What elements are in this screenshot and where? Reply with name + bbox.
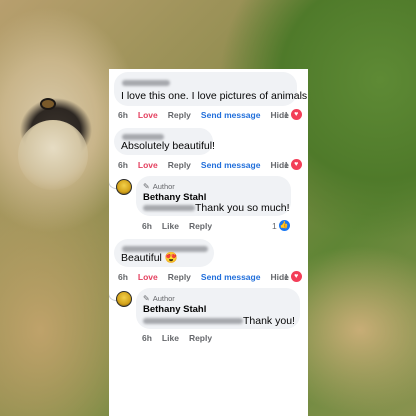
like-button[interactable]: Like <box>162 221 179 231</box>
comment-actions: 6h Love Reply Send message Hide <box>118 272 299 282</box>
reaction-count[interactable]: 1 ♥ <box>284 109 302 120</box>
reaction-count[interactable]: 1 ♥ <box>284 271 302 282</box>
comment-text: I love this one. I love pictures of anim… <box>121 90 308 102</box>
gibbon-eye <box>40 98 56 110</box>
send-message-button[interactable]: Send message <box>201 272 261 282</box>
comment-text: Absolutely beautiful! <box>121 140 215 152</box>
redacted-text <box>143 205 195 212</box>
reply-bubble: ✎ Author Bethany Stahl Thank you! <box>136 288 300 329</box>
reply-button[interactable]: Reply <box>189 333 212 343</box>
comment-actions: 6h Love Reply Send message Hide <box>118 110 299 120</box>
love-button[interactable]: Love <box>138 160 158 170</box>
reaction-count-value: 1 <box>284 271 289 282</box>
reply-text-row: Thank you so much! <box>143 202 290 215</box>
comments-panel: I love this one. I love pictures of anim… <box>109 69 308 416</box>
heart-icon: ♥ <box>290 271 302 282</box>
reaction-count-value: 1 <box>272 220 277 231</box>
love-button[interactable]: Love <box>138 272 158 282</box>
comment-time: 6h <box>118 160 128 170</box>
reaction-count-value: 1 <box>284 109 289 120</box>
reply-text: Thank you! <box>243 315 295 327</box>
comment-time: 6h <box>118 110 128 120</box>
reaction-count[interactable]: 1 ♥ <box>284 159 302 170</box>
reply-text: Thank you so much! <box>195 202 290 214</box>
heart-icon: ♥ <box>290 159 302 170</box>
reply-actions: 6h Like Reply <box>142 221 222 231</box>
redacted-text <box>143 318 243 325</box>
send-message-button[interactable]: Send message <box>201 110 261 120</box>
commenter-name-redacted <box>122 77 170 90</box>
comment-time: 6h <box>118 272 128 282</box>
reply-text-row: Thank you! <box>143 315 295 328</box>
comment-bubble: Beautiful 😍 <box>114 239 214 267</box>
reply-button[interactable]: Reply <box>168 272 191 282</box>
reply-button[interactable]: Reply <box>168 110 191 120</box>
gibbon-muzzle <box>18 120 88 190</box>
send-message-button[interactable]: Send message <box>201 160 261 170</box>
reply-time: 6h <box>142 333 152 343</box>
comment-actions: 6h Love Reply Send message Hide <box>118 160 299 170</box>
reply-button[interactable]: Reply <box>189 221 212 231</box>
comment-bubble: Absolutely beautiful! <box>114 128 215 155</box>
comment-bubble: I love this one. I love pictures of anim… <box>114 72 307 106</box>
reply-time: 6h <box>142 221 152 231</box>
reply-bubble: ✎ Author Bethany Stahl Thank you so much… <box>136 176 291 216</box>
author-avatar[interactable] <box>116 291 132 307</box>
reaction-count[interactable]: 1 👍 <box>272 220 290 231</box>
like-icon: 👍 <box>278 220 290 231</box>
author-avatar[interactable] <box>116 179 132 195</box>
heart-icon: ♥ <box>290 109 302 120</box>
reply-button[interactable]: Reply <box>168 160 191 170</box>
comment-text: Beautiful 😍 <box>121 252 178 264</box>
like-button[interactable]: Like <box>162 333 179 343</box>
love-button[interactable]: Love <box>138 110 158 120</box>
reply-actions: 6h Like Reply <box>142 333 222 343</box>
reaction-count-value: 1 <box>284 159 289 170</box>
